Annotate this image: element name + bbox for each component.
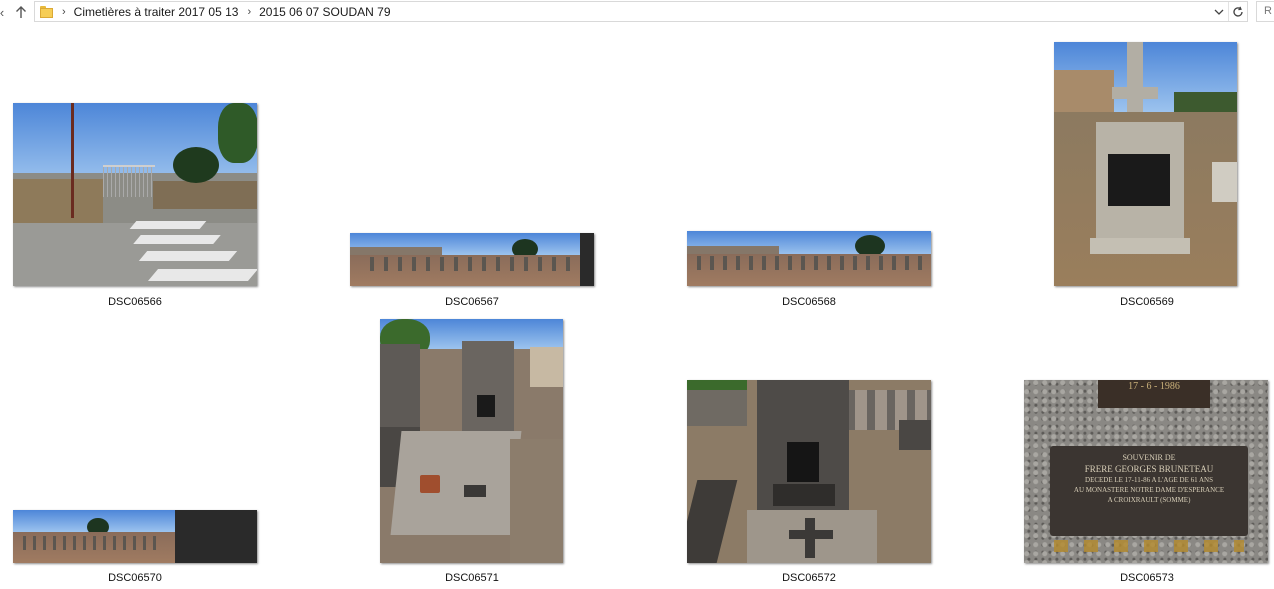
file-name[interactable]: DSC06570: [13, 572, 257, 584]
plaque-date: 17 - 6 - 1986: [1098, 380, 1210, 408]
back-arrow-icon[interactable]: ‹: [0, 2, 8, 22]
breadcrumb-item-parent[interactable]: Cimetières à traiter 2017 05 13: [74, 5, 239, 19]
file-thumbnail-dsc06569[interactable]: [1054, 42, 1237, 286]
file-name[interactable]: DSC06571: [350, 572, 594, 584]
address-bar[interactable]: › Cimetières à traiter 2017 05 13 › 2015…: [34, 1, 1248, 22]
file-thumbnail-dsc06568[interactable]: [687, 231, 931, 286]
file-thumbnail-dsc06573[interactable]: 17 - 6 - 1986 SOUVENIR DE FRERE GEORGES …: [1024, 380, 1268, 563]
plaque-line: SOUVENIR DE: [1122, 453, 1176, 462]
file-thumbnail-dsc06566[interactable]: [13, 103, 257, 286]
folder-icon: [40, 5, 53, 18]
memorial-plaque: SOUVENIR DE FRERE GEORGES BRUNETEAU DECE…: [1050, 446, 1248, 536]
file-thumbnail-dsc06571[interactable]: [380, 319, 563, 563]
refresh-icon[interactable]: [1228, 2, 1247, 21]
chevron-down-icon[interactable]: [1210, 2, 1228, 21]
search-input[interactable]: R: [1256, 1, 1274, 22]
file-name[interactable]: DSC06566: [13, 296, 257, 308]
file-thumbnail-dsc06572[interactable]: [687, 380, 931, 563]
file-thumbnail-dsc06567[interactable]: [350, 233, 594, 286]
file-name[interactable]: DSC06573: [1025, 572, 1269, 584]
plaque-line: AU MONASTERE NOTRE DAME D'ESPERANCE: [1073, 486, 1225, 494]
file-thumbnail-dsc06570[interactable]: [13, 510, 257, 563]
plaque-line: A CROIXRAULT (SOMME): [1107, 496, 1191, 504]
plaque-line: FRERE GEORGES BRUNETEAU: [1084, 464, 1214, 474]
plaque-line: DECEDE LE 17-11-86 A L'AGE DE 61 ANS: [1085, 476, 1213, 484]
up-arrow-icon[interactable]: [11, 2, 31, 22]
breadcrumb-item-current[interactable]: 2015 06 07 SOUDAN 79: [259, 5, 390, 19]
file-name[interactable]: DSC06569: [1025, 296, 1269, 308]
file-name[interactable]: DSC06568: [687, 296, 931, 308]
file-name[interactable]: DSC06572: [687, 572, 931, 584]
breadcrumb-chevron-icon[interactable]: ›: [247, 6, 251, 18]
breadcrumb-chevron-icon[interactable]: ›: [62, 6, 66, 18]
address-toolbar: ‹ › Cimetières à traiter 2017 05 13 › 20…: [0, 0, 1274, 24]
file-name[interactable]: DSC06567: [350, 296, 594, 308]
